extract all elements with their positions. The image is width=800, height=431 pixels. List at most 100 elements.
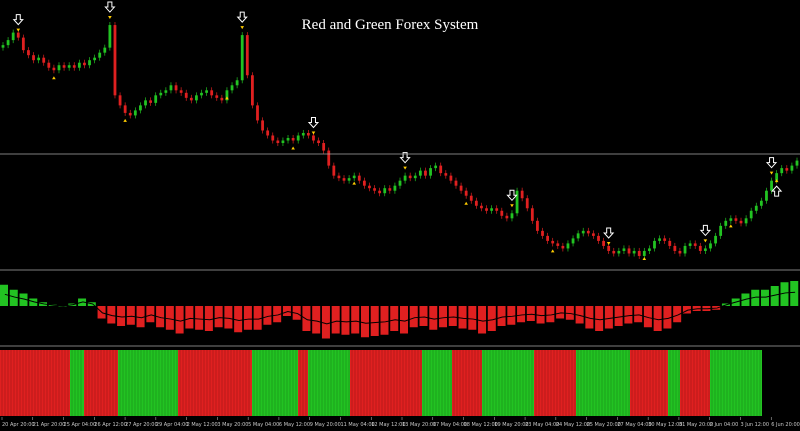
oscillator-bar (507, 306, 516, 325)
candle-body (770, 180, 773, 191)
candle-body (505, 215, 509, 219)
forex-chart: 20 Apr 20:0021 Apr 20:0025 Apr 04:0026 A… (0, 0, 800, 431)
axis-tick-label: 25 Apr 04:00 (64, 422, 97, 428)
axis-tick-label: 26 Apr 12:00 (94, 422, 127, 428)
candle-body (16, 32, 20, 38)
oscillator-bar (790, 281, 799, 306)
candle-body (47, 62, 51, 68)
candle-body (551, 240, 555, 244)
candle-body (637, 250, 641, 256)
candle-body (790, 165, 794, 171)
candle-body (520, 190, 524, 199)
axis-tick-label: 20 Apr 20:00 (2, 422, 35, 428)
candle-body (291, 138, 295, 141)
candle-body (627, 248, 631, 254)
oscillator-bar (614, 306, 623, 326)
candle-body (703, 248, 707, 251)
candle-body (536, 220, 539, 231)
candle-body (261, 120, 264, 131)
candle-body (668, 240, 672, 246)
axis-tick-label: 31 May 20:00 (679, 422, 713, 428)
candle-body (754, 205, 758, 211)
oscillator-bar (282, 306, 291, 316)
candle-body (393, 185, 397, 191)
candle-body (327, 150, 331, 166)
axis-tick-label: 29 Apr 04:00 (156, 422, 189, 428)
candle-body (133, 110, 137, 116)
trend-segment (118, 350, 178, 416)
candle-body (62, 65, 66, 68)
candle-body (632, 250, 636, 254)
candle-body (357, 175, 361, 181)
oscillator-bar (497, 306, 506, 326)
candle-body (301, 132, 305, 136)
candle-body (546, 235, 550, 241)
candle-body (271, 135, 275, 141)
oscillator-bar (175, 306, 184, 334)
candle-body (571, 238, 575, 244)
oscillator-bar (146, 306, 155, 323)
candle-body (388, 188, 392, 191)
candle-body (398, 180, 402, 186)
trend-segment (680, 350, 710, 416)
axis-tick-label: 5 May 04:00 (248, 422, 279, 428)
candle-body (515, 190, 519, 214)
oscillator-bar (556, 306, 565, 319)
candle-body (250, 75, 254, 106)
candle-body (449, 175, 453, 181)
oscillator-bar (448, 306, 457, 326)
candle-body (128, 112, 132, 116)
oscillator-bar (419, 306, 428, 326)
candle-body (480, 205, 483, 209)
candle-body (581, 230, 585, 234)
oscillator-bar (253, 306, 262, 330)
candle-body (11, 32, 15, 41)
candle-body (332, 165, 336, 176)
candle-body (434, 165, 438, 169)
candle-body (245, 35, 249, 76)
axis-tick-label: 2 Jun 04:00 (710, 422, 739, 428)
candle-body (42, 57, 46, 63)
oscillator-bar (263, 306, 272, 325)
candle-body (607, 245, 611, 251)
candle-body (230, 85, 234, 91)
candle-body (67, 65, 71, 68)
candle-body (195, 95, 198, 101)
candle-body (734, 218, 738, 221)
oscillator-bar (380, 306, 389, 335)
oscillator-bar (634, 306, 643, 323)
candle-body (118, 95, 122, 106)
oscillator-bar (224, 306, 233, 329)
axis-tick-label: 12 May 12:00 (371, 422, 405, 428)
chart-title: Red and Green Forex System (302, 17, 479, 33)
candle-body (490, 208, 494, 211)
trend-bar-panel[interactable] (0, 350, 762, 416)
oscillator-bar (604, 306, 613, 329)
oscillator-bar (360, 306, 369, 338)
candle-body (368, 185, 371, 189)
oscillator-bar (595, 306, 604, 331)
candle-body (658, 238, 661, 241)
candle-body (276, 140, 280, 144)
candle-body (184, 92, 188, 98)
oscillator-bar (487, 306, 496, 331)
candle-body (72, 65, 76, 68)
candle-body (37, 57, 41, 61)
candle-body (27, 50, 30, 56)
axis-tick-label: 17 May 04:00 (433, 422, 467, 428)
candle-body (424, 170, 427, 176)
oscillator-bar (243, 306, 252, 330)
axis-tick-label: 2 May 12:00 (187, 422, 218, 428)
oscillator-bar (214, 306, 223, 328)
candle-body (622, 248, 626, 251)
oscillator-bar (458, 306, 467, 329)
candle-body (592, 233, 595, 236)
candle-body (103, 47, 107, 53)
candle-body (123, 105, 127, 113)
candle-body (413, 175, 417, 179)
candle-body (678, 250, 682, 254)
oscillator-bar (234, 306, 243, 333)
candle-body (485, 208, 488, 211)
axis-tick-label: 9 May 20:00 (310, 422, 341, 428)
candle-body (464, 190, 468, 196)
